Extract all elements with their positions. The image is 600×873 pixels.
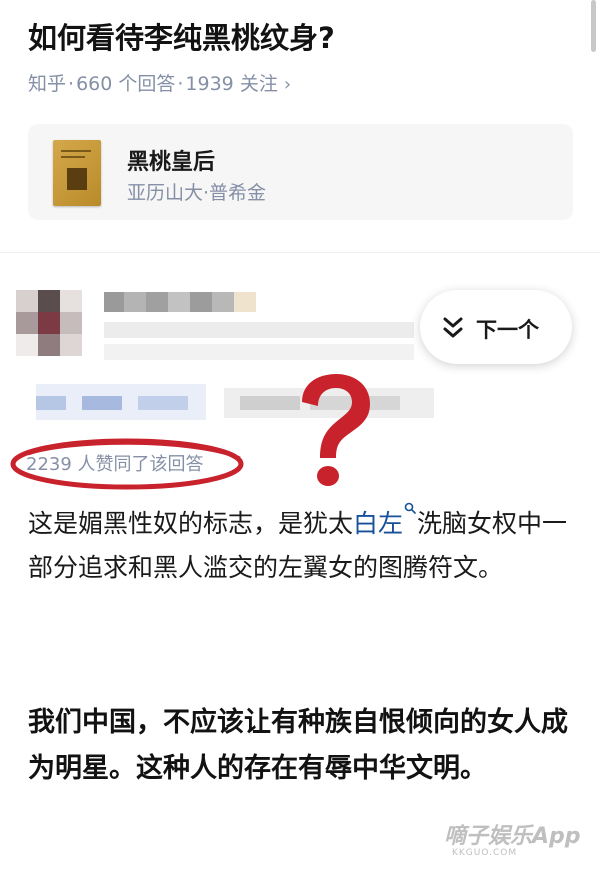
watermark-subtext: KKGUO.COM bbox=[452, 848, 518, 858]
watermark-logo: 嘀子娱乐App KKGUO.COM bbox=[444, 818, 592, 866]
avatar[interactable] bbox=[16, 290, 82, 356]
book-card[interactable]: 黑桃皇后 亚历山大·普希金 bbox=[28, 124, 573, 220]
meta-follower-count: 1939 关注 bbox=[185, 73, 278, 95]
book-cover-image bbox=[53, 140, 101, 206]
double-chevron-down-icon bbox=[443, 317, 463, 338]
answer-page: 如何看待李纯黑桃纹身? 知乎 · 660 个回答 · 1939 关注 › 黑桃皇后 亚历山… bbox=[0, 0, 600, 873]
scrollbar[interactable] bbox=[591, 0, 596, 52]
paragraph-text: 这是媚黑性奴的标志，是犹太 bbox=[28, 509, 354, 538]
keyword-link[interactable]: 白左 bbox=[353, 509, 403, 538]
meta-separator: · bbox=[177, 73, 184, 95]
answer-paragraph-2: 我们中国，不应该让有种族自恨倾向的女人成为明星。这种人的存在有辱中华文明。 bbox=[28, 707, 568, 784]
next-answer-button[interactable]: 下一个 bbox=[420, 290, 572, 364]
meta-separator: · bbox=[68, 73, 75, 95]
answer-paragraph-1: 这是媚黑性奴的标志，是犹太白左 洗脑女权中一部分追求和黑人滥交的左翼女的图腾符文。 bbox=[28, 502, 573, 590]
meta-source: 知乎 bbox=[28, 73, 67, 95]
upvote-count: 2239 人赞同了该回答 bbox=[26, 454, 204, 475]
book-title: 黑桃皇后 bbox=[127, 150, 216, 175]
meta-answer-count: 660 个回答 bbox=[76, 73, 176, 95]
watermark-text: 嘀子娱乐App bbox=[444, 824, 581, 849]
divider bbox=[0, 252, 600, 253]
question-meta[interactable]: 知乎 · 660 个回答 · 1939 关注 › bbox=[28, 70, 291, 99]
question-mark-annotation bbox=[302, 374, 370, 486]
chevron-right-icon: › bbox=[283, 74, 292, 95]
question-title[interactable]: 如何看待李纯黑桃纹身? bbox=[28, 18, 568, 58]
next-answer-label: 下一个 bbox=[476, 318, 539, 342]
search-icon bbox=[404, 502, 416, 514]
book-author: 亚历山大·普希金 bbox=[127, 182, 267, 204]
